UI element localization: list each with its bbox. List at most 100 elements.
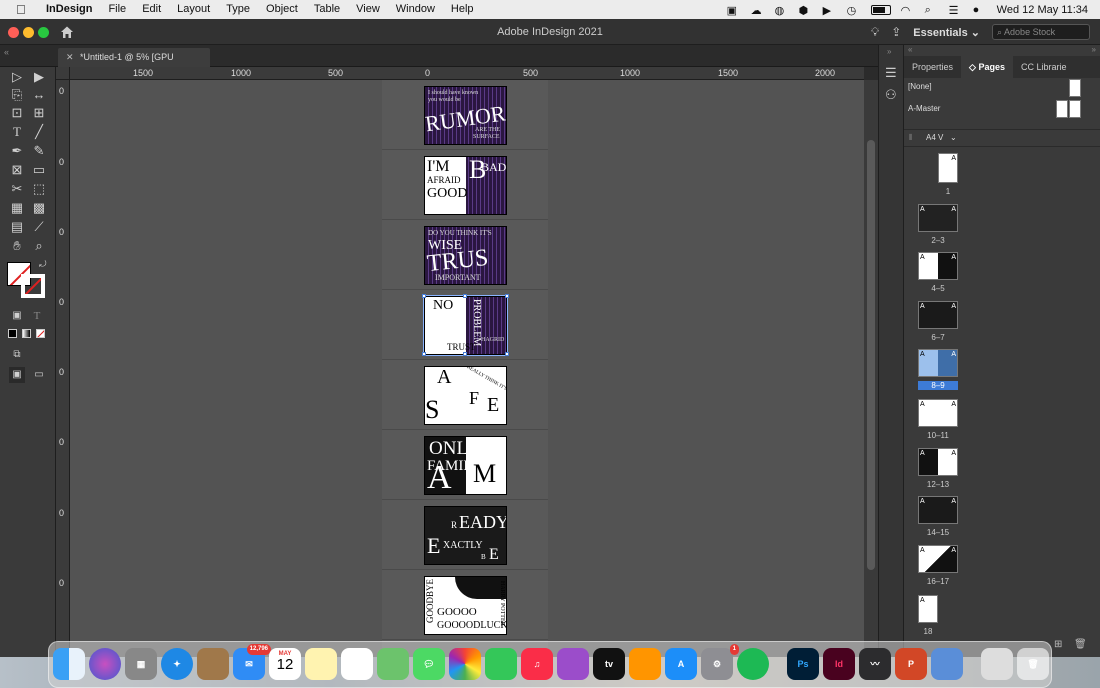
master-a-thumb-right[interactable] — [1069, 100, 1081, 118]
ruler-origin[interactable] — [56, 67, 70, 80]
apply-gradient-icon[interactable] — [22, 329, 31, 338]
menu-app-indesign[interactable]: InDesign — [32, 0, 100, 19]
page-label-2-3[interactable]: 2–3 — [918, 236, 958, 245]
launchpad-icon[interactable]: ▦ — [125, 648, 157, 680]
horizontal-ruler[interactable]: 1500 1000 500 0 500 1000 1500 2000 — [70, 67, 864, 80]
menu-window[interactable]: Window — [388, 0, 443, 19]
menu-file[interactable]: File — [100, 0, 134, 19]
gap-tool-icon[interactable]: ↔ — [31, 87, 47, 103]
page-thumb-16-17[interactable]: AA — [918, 545, 958, 573]
collapse-dock-icon[interactable]: « — [908, 45, 912, 54]
normal-view-icon[interactable]: ▣ — [9, 367, 25, 383]
books-icon[interactable] — [629, 648, 661, 680]
close-tab-icon[interactable]: ✕ — [66, 48, 74, 66]
rectangle-tool-icon[interactable]: ▭ — [31, 162, 47, 178]
page-label-10-11[interactable]: 10–11 — [918, 431, 958, 440]
pencil-tool-icon[interactable]: ✎ — [31, 143, 47, 159]
page-tool-icon[interactable]: ⎘ — [9, 87, 25, 103]
dropbox-icon[interactable]: ▣ — [727, 4, 741, 17]
page-label-6-7[interactable]: 6–7 — [918, 333, 958, 342]
mail-icon[interactable]: ✉ 12,796 — [233, 644, 271, 680]
spread-4-5[interactable]: I'M AFRAID GOOD BAD B — [424, 156, 507, 215]
spread-16-17[interactable]: GOODBYE GOOOO GOOOODLUCK HARRY POTTER — [424, 576, 507, 635]
tab-cc-libraries[interactable]: CC Librarie — [1013, 56, 1075, 78]
page-label-14-15[interactable]: 14–15 — [918, 528, 958, 537]
page-size-select[interactable]: A4 V ⌄ — [926, 133, 957, 142]
master-none-thumb[interactable] — [1069, 79, 1081, 97]
page-label-4-5[interactable]: 4–5 — [918, 284, 958, 293]
spotify-icon[interactable] — [737, 648, 769, 680]
spread-12-13[interactable]: ONLY FAMILY A M — [424, 436, 507, 495]
spread-8-9[interactable]: NO PROBLEM TRUST HAGRID — [423, 295, 508, 356]
vertical-scrollbar[interactable] — [864, 80, 878, 657]
menu-help[interactable]: Help — [443, 0, 482, 19]
zoom-tool-icon[interactable]: ⌕ — [31, 238, 47, 254]
apply-none-icon[interactable] — [36, 329, 45, 338]
powerpoint-icon[interactable]: P — [895, 648, 927, 680]
fill-stroke-swatch[interactable]: ⤾ — [7, 259, 49, 298]
menu-view[interactable]: View — [348, 0, 388, 19]
swap-fill-stroke-icon[interactable]: ⤾ — [39, 259, 47, 270]
gradient-swatch-tool-icon[interactable]: ▦ — [9, 200, 25, 216]
delete-page-icon[interactable]: 🗑︎ — [1074, 639, 1087, 650]
note-tool-icon[interactable]: ▤ — [9, 219, 25, 235]
stocks-icon[interactable]: 〰 — [859, 648, 891, 680]
master-a-thumb-left[interactable] — [1056, 100, 1068, 118]
page-thumb-14-15[interactable]: AA — [918, 496, 958, 524]
preview-mode-icon[interactable]: ▭ — [31, 367, 47, 383]
siri-dock-icon[interactable] — [89, 648, 121, 680]
maps-icon[interactable] — [377, 648, 409, 680]
messages-icon[interactable]: 💬︎ — [413, 648, 445, 680]
cc-libraries-panel-icon[interactable]: ⚇ — [885, 87, 897, 103]
page-thumb-18[interactable]: A — [918, 595, 938, 623]
preview-icon[interactable] — [931, 648, 963, 680]
collapse-panel-icon[interactable]: « — [4, 47, 9, 57]
screen-mode-icon[interactable]: ⧉ — [9, 347, 25, 363]
page-thumb-12-13[interactable]: AA — [918, 448, 958, 476]
page-label-1[interactable]: 1 — [928, 187, 968, 196]
direct-selection-tool-icon[interactable]: ▶ — [31, 69, 47, 85]
page-thumb-1[interactable]: A — [938, 153, 958, 183]
page-thumb-10-11[interactable]: AA — [918, 399, 958, 427]
eyedropper-tool-icon[interactable]: ⟋ — [31, 219, 47, 235]
selection-handle[interactable] — [463, 294, 467, 298]
menu-layout[interactable]: Layout — [169, 0, 218, 19]
menu-edit[interactable]: Edit — [134, 0, 169, 19]
apple-tv-icon[interactable]: tv — [593, 648, 625, 680]
menu-object[interactable]: Object — [258, 0, 306, 19]
wifi-icon[interactable]: ◠ — [901, 4, 915, 17]
lightbulb-icon[interactable]: 💡︎ — [871, 25, 879, 40]
clock-icon[interactable]: ◷ — [847, 4, 861, 17]
menu-type[interactable]: Type — [218, 0, 258, 19]
facetime-icon[interactable] — [485, 648, 517, 680]
document-stack-icon[interactable] — [981, 648, 1013, 680]
creative-cloud-icon[interactable]: ☁ — [751, 4, 765, 17]
spread-6-7[interactable]: DO YOU THINK IT'S WISE TRUS IMPORTANT — [424, 226, 507, 285]
free-transform-tool-icon[interactable]: ⬚ — [31, 181, 47, 197]
share-icon[interactable]: ⇪ — [891, 25, 901, 39]
pen-tool-icon[interactable]: ✒ — [9, 143, 25, 159]
music-icon[interactable]: ♫ — [521, 648, 553, 680]
shield-icon[interactable]: ⬢ — [799, 4, 813, 17]
page-thumb-6-7[interactable]: AA — [918, 301, 958, 329]
system-preferences-icon[interactable]: ⚙ 1 — [701, 644, 739, 680]
pasteboard[interactable]: I should have known you would be RUMORS … — [70, 80, 864, 657]
drag-handle-icon[interactable]: ⦀ — [909, 133, 913, 143]
rectangle-frame-tool-icon[interactable]: ⊠ — [9, 162, 25, 178]
podcasts-icon[interactable] — [557, 648, 589, 680]
trash-icon[interactable]: 🗑︎ — [1017, 648, 1049, 680]
spread-2-3[interactable]: I should have known you would be RUMORS … — [424, 86, 507, 145]
properties-panel-icon[interactable]: ☰ — [885, 65, 897, 81]
selection-handle[interactable] — [505, 294, 509, 298]
page-label-12-13[interactable]: 12–13 — [918, 480, 958, 489]
tab-properties[interactable]: Properties — [904, 56, 961, 78]
reminders-icon[interactable] — [341, 648, 373, 680]
type-tool-icon[interactable]: T — [9, 124, 25, 140]
selection-handle[interactable] — [505, 352, 509, 356]
finder-icon[interactable] — [53, 648, 85, 680]
collapse-dock-icon[interactable]: » — [1092, 45, 1096, 54]
spread-10-11[interactable]: A S F E DO YOU REALLY THINK IT'S — [424, 366, 507, 425]
control-center-icon[interactable]: ☰ — [949, 4, 963, 17]
page-label-8-9[interactable]: 8–9 — [918, 381, 958, 390]
notes-icon[interactable] — [305, 648, 337, 680]
